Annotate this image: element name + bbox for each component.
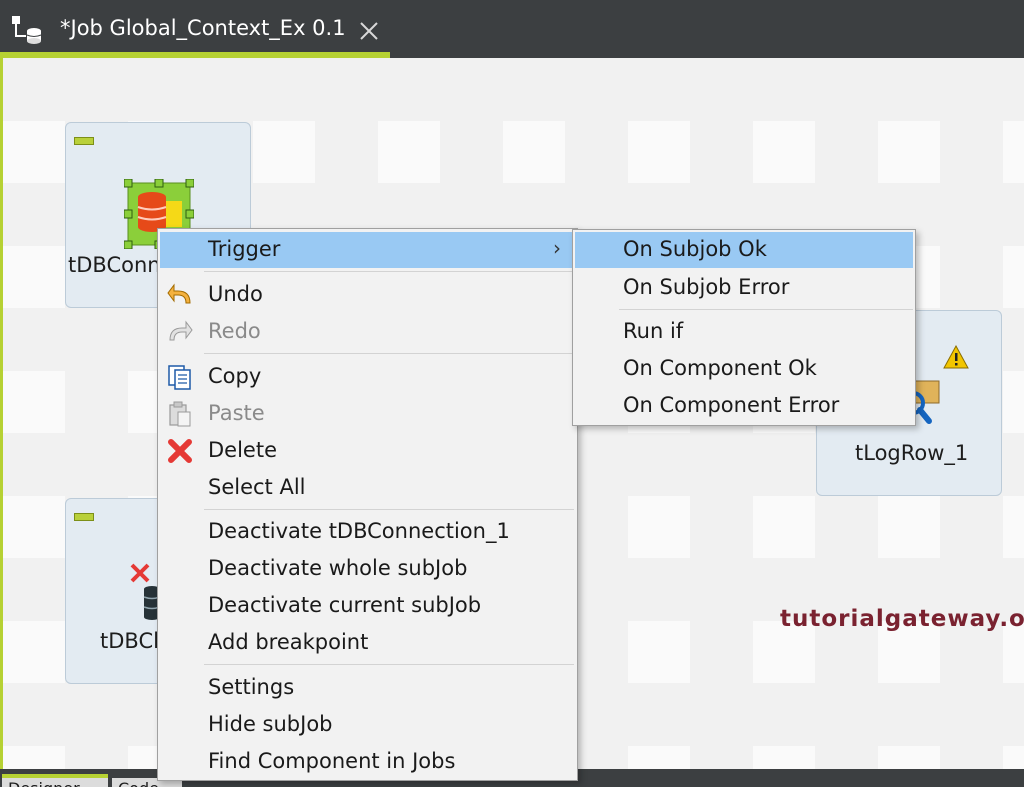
menu-item-find-component[interactable]: Find Component in Jobs — [160, 744, 575, 780]
node-label: tDBConn — [68, 253, 161, 277]
submenu-item-label: On Component Error — [623, 393, 840, 417]
redo-icon — [169, 320, 193, 341]
submenu-item-label: Run if — [623, 319, 684, 343]
close-icon[interactable] — [358, 20, 380, 42]
submenu-item-label: On Component Ok — [623, 356, 817, 380]
menu-item-deactivate-component[interactable]: Deactivate tDBConnection_1 — [160, 514, 575, 550]
menu-item-hide-subjob[interactable]: Hide subJob — [160, 707, 575, 743]
menu-item-settings[interactable]: Settings — [160, 670, 575, 706]
collapse-subjob-button[interactable] — [74, 137, 94, 145]
menu-separator — [204, 509, 574, 510]
context-menu: Trigger › Undo Redo Copy Paste Delete Se… — [157, 228, 578, 781]
menu-item-label: Copy — [208, 364, 262, 388]
database-close-icon — [130, 563, 160, 620]
menu-item-select-all[interactable]: Select All — [160, 470, 575, 506]
paste-icon — [169, 401, 191, 427]
tab-designer[interactable]: Designer — [2, 774, 108, 787]
menu-item-label: Add breakpoint — [208, 630, 369, 654]
collapse-subjob-button[interactable] — [74, 513, 94, 521]
submenu-item-run-if[interactable]: Run if — [575, 314, 913, 350]
trigger-submenu: On Subjob Ok On Subjob Error Run if On C… — [572, 229, 916, 426]
copy-icon — [168, 365, 191, 390]
menu-item-undo[interactable]: Undo — [160, 277, 575, 313]
warning-icon — [943, 345, 969, 369]
menu-separator — [204, 353, 574, 354]
submenu-item-label: On Subjob Error — [623, 275, 790, 299]
menu-item-label: Trigger — [208, 237, 281, 261]
menu-item-label: Find Component in Jobs — [208, 749, 456, 773]
menu-item-label: Settings — [208, 675, 295, 699]
submenu-item-on-component-ok[interactable]: On Component Ok — [575, 351, 913, 387]
menu-item-copy[interactable]: Copy — [160, 359, 575, 395]
submenu-item-on-subjob-ok[interactable]: On Subjob Ok — [575, 232, 913, 268]
menu-item-label: Undo — [208, 282, 263, 306]
menu-item-trigger[interactable]: Trigger › — [160, 232, 575, 268]
menu-item-label: Redo — [208, 319, 261, 343]
node-label: tDBCl — [100, 629, 159, 653]
node-label: tLogRow_1 — [855, 441, 969, 465]
menu-item-delete[interactable]: Delete — [160, 433, 575, 469]
menu-separator — [204, 664, 574, 665]
menu-separator — [204, 271, 574, 272]
menu-separator — [619, 309, 913, 310]
job-tab-title: *Job Global_Context_Ex 0.1 — [60, 16, 346, 40]
menu-item-label: Delete — [208, 438, 277, 462]
menu-item-label: Deactivate tDBConnection_1 — [208, 519, 510, 543]
menu-item-label: Hide subJob — [208, 712, 333, 736]
menu-item-label: Deactivate current subJob — [208, 593, 482, 617]
editor-tab-bar: *Job Global_Context_Ex 0.1 — [0, 0, 1024, 58]
job-icon — [12, 16, 42, 44]
submenu-item-label: On Subjob Ok — [623, 237, 767, 261]
menu-item-redo[interactable]: Redo — [160, 314, 575, 350]
menu-item-add-breakpoint[interactable]: Add breakpoint — [160, 625, 575, 661]
menu-item-label: Deactivate whole subJob — [208, 556, 468, 580]
watermark: tutorialgateway.org — [780, 606, 1024, 632]
undo-icon — [167, 283, 191, 304]
job-editor-tab[interactable]: *Job Global_Context_Ex 0.1 — [0, 0, 390, 58]
delete-icon — [168, 439, 192, 463]
menu-item-label: Select All — [208, 475, 306, 499]
submenu-item-on-subjob-error[interactable]: On Subjob Error — [575, 270, 913, 306]
menu-item-label: Paste — [208, 401, 265, 425]
menu-item-deactivate-current-subjob[interactable]: Deactivate current subJob — [160, 588, 575, 624]
menu-item-deactivate-whole-subjob[interactable]: Deactivate whole subJob — [160, 551, 575, 587]
submenu-item-on-component-error[interactable]: On Component Error — [575, 388, 913, 424]
submenu-arrow-icon: › — [553, 236, 561, 260]
menu-item-paste[interactable]: Paste — [160, 396, 575, 432]
